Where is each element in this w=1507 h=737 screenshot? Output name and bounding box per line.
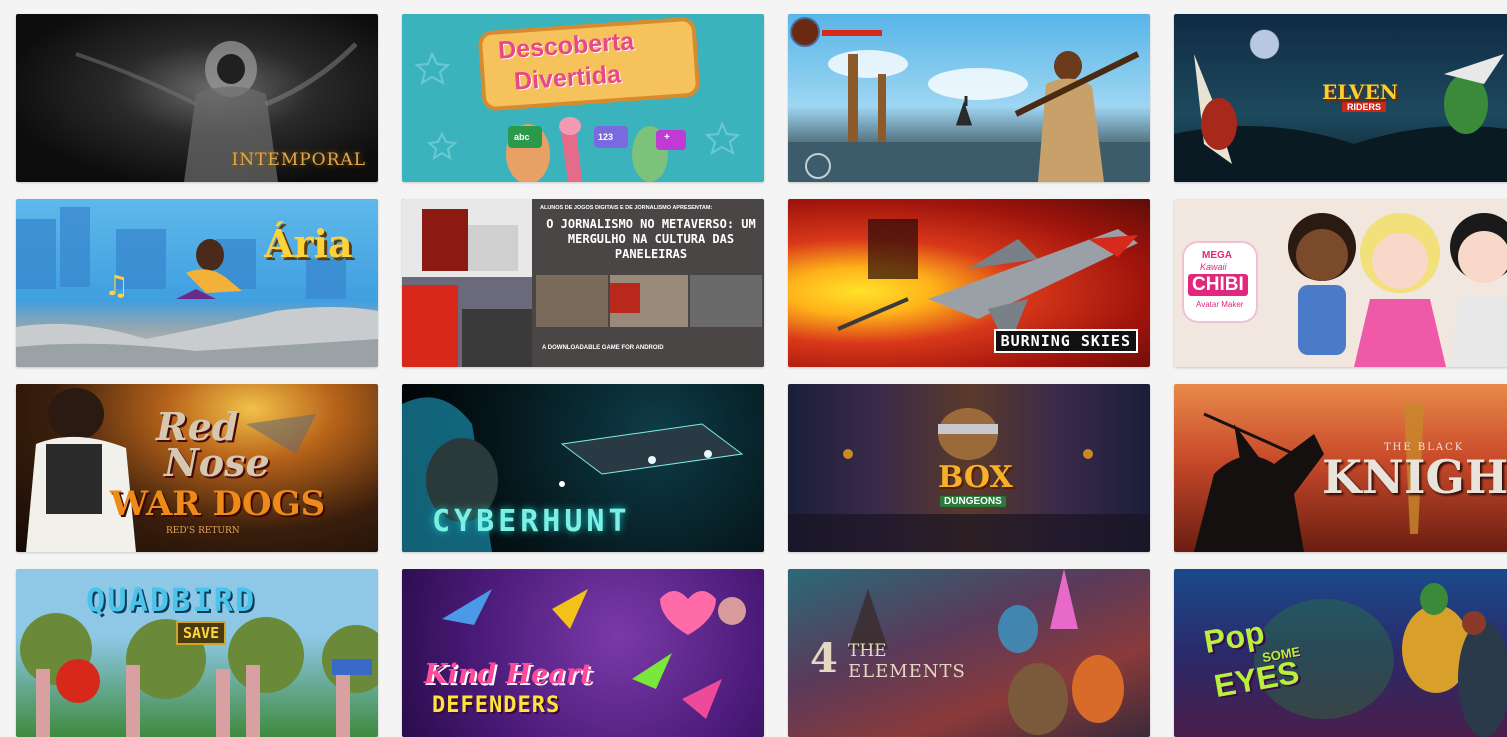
svg-text:♫: ♫: [104, 269, 129, 302]
game-title: ELVEN: [1322, 80, 1398, 104]
game-card-cyberhunt[interactable]: CYBERHUNT: [402, 384, 764, 552]
game-title: BOX: [938, 460, 1013, 495]
game-subtitle: DUNGEONS: [940, 496, 1006, 507]
game-title-line-2: DEFENDERS: [432, 693, 561, 718]
game-card-intemporal[interactable]: INTEMPORAL: [16, 14, 378, 182]
game-card-red-nose-war-dogs[interactable]: Red Nose WAR DOGS RED'S RETURN: [16, 384, 378, 552]
game-title-numeral: 4: [810, 635, 838, 682]
logo-line-mega: MEGA: [1202, 250, 1232, 261]
tile-123: 123: [598, 132, 614, 142]
game-title: O JORNALISMO NO METAVERSO: UM MERGULHO N…: [546, 217, 756, 261]
game-subtitle: RIDERS: [1342, 102, 1387, 112]
game-card-black-knight[interactable]: THE BLACK KNIGHT: [1174, 384, 1507, 552]
game-title: CHIBI: [1188, 274, 1248, 296]
game-title-line-1: Kind Heart: [424, 659, 593, 690]
logo-line-nose: Nose: [164, 440, 270, 485]
credit-text: ALUNOS DE JOGOS DIGITAIS E DE JORNALISMO…: [540, 205, 713, 211]
game-card-aria[interactable]: ♫ Ária: [16, 199, 378, 367]
game-card-elven-riders[interactable]: ELVEN RIDERS: [1174, 14, 1507, 182]
game-card-quadbird-save[interactable]: QUADBIRD SAVE: [16, 569, 378, 737]
game-title: KNIGHT: [1322, 450, 1507, 504]
game-title: QUADBIRD: [86, 581, 257, 619]
game-title: BURNING SKIES: [993, 329, 1138, 353]
platform-text: A DOWNLOADABLE GAME FOR ANDROID: [542, 345, 664, 351]
logo-line-kawaii: Kawaii: [1200, 262, 1227, 272]
tile-abc: abc: [514, 132, 530, 142]
game-card-burning-skies[interactable]: BURNING SKIES: [788, 199, 1150, 367]
elements-artwork: [848, 569, 1124, 735]
game-card-box-dungeons[interactable]: BOX DUNGEONS: [788, 384, 1150, 552]
game-card-4-the-elements[interactable]: 4 THE ELEMENTS: [788, 569, 1150, 737]
game-card-kind-heart-defenders[interactable]: Kind Heart DEFENDERS: [402, 569, 764, 737]
logo-line-avatar-maker: Avatar Maker: [1196, 300, 1244, 309]
game-title: INTEMPORAL: [231, 150, 366, 170]
game-subtitle: RED'S RETURN: [166, 526, 240, 536]
tile-plus: +: [664, 132, 670, 143]
game-card-jornalismo-metaverso[interactable]: ALUNOS DE JOGOS DIGITAIS E DE JORNALISMO…: [402, 199, 764, 367]
game-subtitle: SAVE: [176, 621, 227, 645]
game-title-line-2: ELEMENTS: [848, 661, 966, 682]
game-title: Ária: [264, 221, 353, 266]
game-grid: INTEMPORAL Descoberta Divertida abc 123 …: [16, 14, 1507, 737]
game-title: CYBERHUNT: [432, 504, 631, 539]
game-card-mega-kawaii-chibi[interactable]: MEGA Kawaii CHIBI Avatar Maker: [1174, 199, 1507, 367]
game-title: WAR DOGS: [110, 484, 326, 524]
game-card-pop-some-eyes[interactable]: Pop SOME EYES: [1174, 569, 1507, 737]
game-card-warrior[interactable]: [788, 14, 1150, 182]
game-title-line-1: THE: [848, 641, 887, 661]
warrior-artwork: [788, 17, 1150, 182]
game-card-descoberta-divertida[interactable]: Descoberta Divertida abc 123 +: [402, 14, 764, 182]
